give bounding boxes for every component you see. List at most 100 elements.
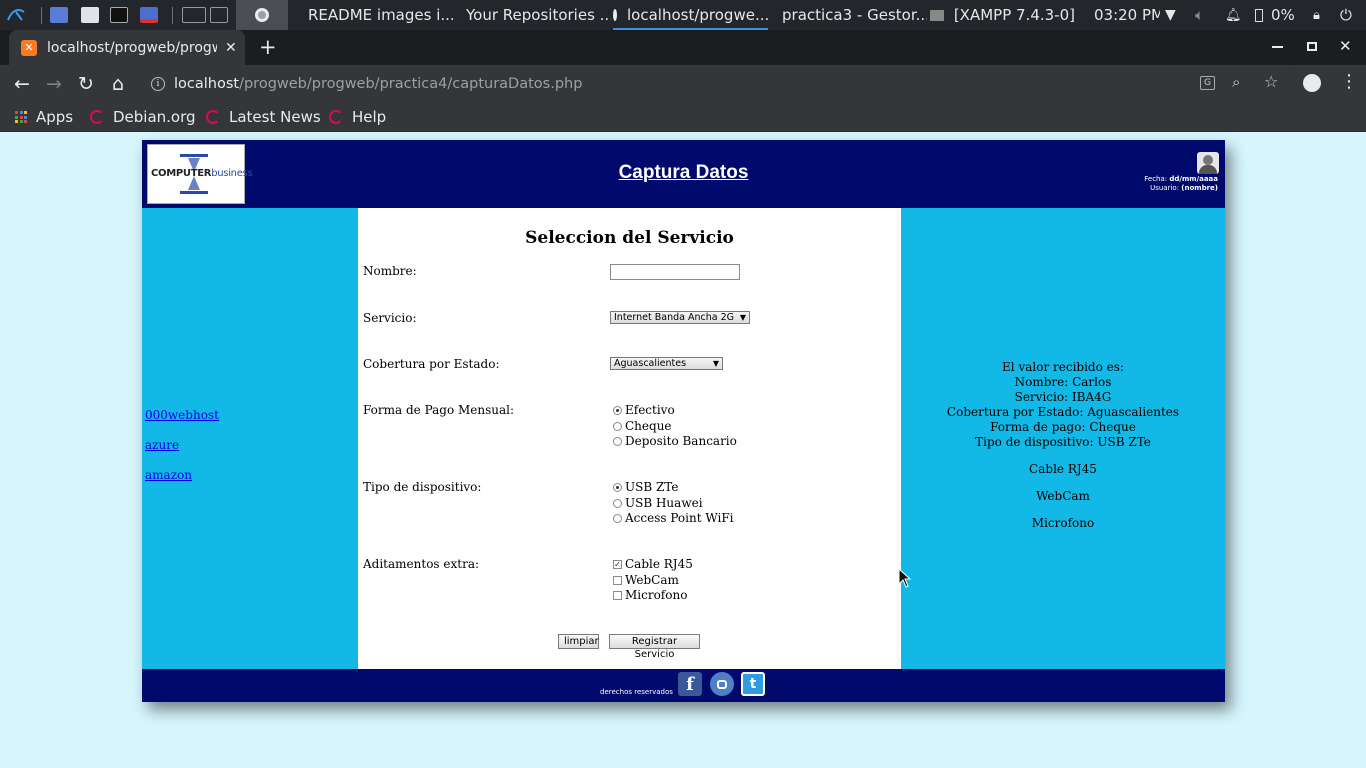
taskbar-window-active[interactable]: localhost/progwe... bbox=[613, 0, 768, 30]
radio-button[interactable] bbox=[613, 498, 622, 508]
forward-icon[interactable]: → bbox=[42, 65, 66, 102]
minimize-icon[interactable] bbox=[1272, 46, 1283, 48]
chevron-down-icon: ▼ bbox=[712, 359, 719, 368]
zoom-icon[interactable]: ⌕ bbox=[1232, 73, 1240, 91]
instagram-icon[interactable] bbox=[710, 672, 734, 696]
dispositivo-option-usb-zte[interactable]: USB ZTe bbox=[613, 480, 678, 494]
translate-icon[interactable]: G bbox=[1200, 76, 1215, 90]
result-cobertura: Cobertura por Estado: Aguascalientes bbox=[946, 405, 1180, 419]
user-info: Fecha: dd/mm/aaaa Usuario: (nombre) bbox=[1144, 175, 1218, 192]
service-form: Seleccion del Servicio Nombre: Servicio:… bbox=[358, 208, 901, 669]
cobertura-label: Cobertura por Estado: bbox=[363, 357, 500, 371]
terminal-icon[interactable] bbox=[110, 0, 132, 30]
page-header: COMPUTERbusiness Captura Datos Fecha: dd… bbox=[142, 140, 1225, 208]
result-extra: WebCam bbox=[1036, 489, 1090, 503]
result-extra: Cable RJ45 bbox=[1029, 462, 1097, 476]
volume-icon[interactable]: 🔈︎ bbox=[1195, 0, 1213, 30]
bookmark-debian[interactable]: Debian.org bbox=[90, 102, 196, 132]
servicio-select[interactable]: Internet Banda Ancha 2G ▼ bbox=[610, 311, 750, 324]
maximize-icon[interactable] bbox=[1307, 42, 1317, 51]
files-icon[interactable] bbox=[81, 0, 103, 30]
chevron-down-icon: ▼ bbox=[739, 313, 746, 322]
form-heading: Seleccion del Servicio bbox=[525, 228, 734, 248]
radio-button[interactable] bbox=[613, 405, 622, 415]
result-pago: Forma de pago: Cheque bbox=[990, 420, 1136, 434]
bookmark-star-icon[interactable]: ☆ bbox=[1264, 72, 1278, 91]
servicio-label: Servicio: bbox=[363, 311, 417, 325]
close-window-icon[interactable]: ✕ bbox=[1339, 37, 1352, 55]
radio-button[interactable] bbox=[613, 513, 622, 523]
workspace-icon[interactable] bbox=[50, 0, 72, 30]
pago-option-deposito[interactable]: Deposito Bancario bbox=[613, 434, 737, 448]
submit-button[interactable]: Registrar Servicio bbox=[609, 634, 700, 660]
checkbox[interactable]: ✓ bbox=[613, 559, 622, 569]
radio-button[interactable] bbox=[613, 436, 622, 446]
page-footer: derechos reservados f t bbox=[142, 669, 1225, 702]
kali-menu-icon[interactable] bbox=[4, 0, 28, 30]
radio-button[interactable] bbox=[613, 482, 622, 492]
taskbar-window[interactable]: [XAMPP 7.4.3-0] bbox=[930, 0, 1075, 30]
dispositivo-option-access-point[interactable]: Access Point WiFi bbox=[613, 511, 733, 525]
left-sidebar: 000webhost azure amazon bbox=[142, 208, 358, 669]
debian-icon bbox=[329, 110, 343, 124]
cobertura-select[interactable]: Aguascalientes ▼ bbox=[610, 357, 723, 370]
dispositivo-option-usb-huawei[interactable]: USB Huawei bbox=[613, 496, 703, 510]
link-azure[interactable]: azure bbox=[145, 438, 179, 452]
pago-option-efectivo[interactable]: Efectivo bbox=[613, 403, 675, 417]
link-amazon[interactable]: amazon bbox=[145, 468, 192, 482]
home-icon[interactable]: ⌂ bbox=[106, 65, 130, 102]
window-thumb-1[interactable] bbox=[182, 0, 208, 30]
extra-option-microfono[interactable]: Microfono bbox=[613, 588, 687, 602]
screen-recorder-icon[interactable] bbox=[140, 0, 162, 30]
taskbar-window[interactable]: practica3 - Gestor... bbox=[772, 0, 927, 30]
profile-icon[interactable] bbox=[1303, 74, 1321, 92]
reload-icon[interactable]: ↻ bbox=[74, 65, 98, 102]
radio-button[interactable] bbox=[613, 421, 622, 431]
page-container: COMPUTERbusiness Captura Datos Fecha: dd… bbox=[142, 140, 1225, 702]
link-000webhost[interactable]: 000webhost bbox=[145, 408, 219, 422]
facebook-icon[interactable]: f bbox=[678, 672, 702, 696]
pago-option-cheque[interactable]: Cheque bbox=[613, 419, 672, 433]
browser-tab[interactable]: ✕ localhost/progweb/progw ✕ bbox=[9, 30, 245, 65]
menu-icon[interactable]: ⋮ bbox=[1340, 71, 1358, 92]
taskbar-window[interactable]: README images i... bbox=[298, 0, 453, 30]
close-tab-icon[interactable]: ✕ bbox=[225, 40, 237, 56]
extra-option-cable[interactable]: ✓ Cable RJ45 bbox=[613, 557, 693, 571]
user-avatar-icon bbox=[1197, 152, 1219, 174]
info-icon[interactable]: i bbox=[151, 76, 165, 91]
twitter-icon[interactable]: t bbox=[741, 672, 765, 696]
result-extra: Microfono bbox=[1031, 516, 1095, 530]
battery-icon[interactable] bbox=[1255, 0, 1267, 30]
xampp-favicon-icon: ✕ bbox=[21, 39, 37, 56]
bell-icon[interactable]: 🔔︎ bbox=[1225, 0, 1243, 30]
taskbar-window[interactable]: Your Repositories ... bbox=[456, 0, 611, 30]
extra-option-webcam[interactable]: WebCam bbox=[613, 573, 679, 587]
address-bar[interactable]: i localhost/progweb/progweb/practica4/ca… bbox=[140, 68, 1300, 99]
debian-icon bbox=[90, 110, 104, 124]
power-icon[interactable]: ⏻ bbox=[1340, 0, 1358, 30]
chrome-icon bbox=[613, 9, 617, 21]
checkbox[interactable] bbox=[613, 575, 622, 585]
reset-button[interactable]: limpiar bbox=[558, 634, 599, 649]
new-tab-icon[interactable]: + bbox=[259, 35, 277, 59]
tab-strip: ✕ localhost/progweb/progw ✕ + ✕ bbox=[0, 30, 1366, 65]
page-title[interactable]: Captura Datos bbox=[142, 162, 1225, 184]
bookmark-help[interactable]: Help bbox=[329, 102, 386, 132]
bookmark-latest-news[interactable]: Latest News bbox=[206, 102, 321, 132]
checkbox[interactable] bbox=[613, 590, 622, 600]
result-panel: El valor recibido es: Nombre: Carlos Ser… bbox=[901, 208, 1225, 669]
window-icon bbox=[930, 9, 944, 21]
clock[interactable]: 03:20 PM bbox=[1094, 0, 1160, 30]
result-servicio: Servicio: IBA4G bbox=[1014, 390, 1112, 404]
lock-icon[interactable]: 🔒︎ bbox=[1313, 0, 1329, 30]
apps-grid-icon bbox=[15, 111, 27, 123]
back-icon[interactable]: ← bbox=[10, 65, 34, 102]
chrome-thumb[interactable] bbox=[236, 0, 288, 30]
bookmark-apps[interactable]: Apps bbox=[15, 102, 73, 132]
window-thumb-2[interactable] bbox=[210, 0, 234, 30]
nombre-input[interactable] bbox=[610, 264, 740, 280]
dispositivo-label: Tipo de dispositivo: bbox=[363, 480, 482, 494]
pago-label: Forma de Pago Mensual: bbox=[363, 403, 515, 417]
battery-percent: 0% bbox=[1271, 6, 1295, 24]
wifi-icon[interactable]: ▼ bbox=[1165, 0, 1183, 30]
